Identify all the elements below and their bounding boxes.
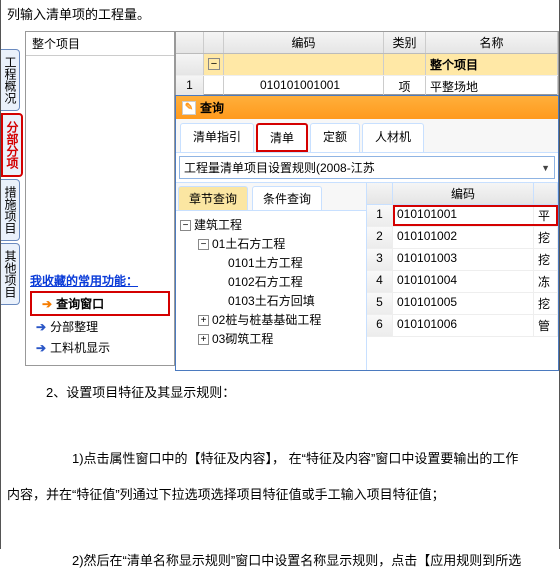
vtab-overview[interactable]: 工程概况 bbox=[1, 49, 20, 111]
tab-list-guide[interactable]: 清单指引 bbox=[180, 123, 254, 152]
fav-query-window[interactable]: ➔ 查询窗口 bbox=[30, 291, 170, 316]
table-row[interactable]: 2010101002挖 bbox=[367, 227, 558, 249]
query-left: 章节查询 条件查询 −建筑工程 −01土石方工程 0101土方工程 0102石方… bbox=[176, 183, 367, 371]
fav-material-display[interactable]: ➔ 工料机显示 bbox=[26, 337, 174, 358]
favorites-header: 我收藏的常用功能： bbox=[26, 266, 174, 291]
expand-icon[interactable]: + bbox=[198, 334, 209, 345]
table-row[interactable]: − 整个项目 bbox=[176, 54, 558, 76]
screenshot-region: 工程概况 分部分项 措施项目 其他项目 整个项目 我收藏的常用功能： ➔ 查询窗… bbox=[1, 31, 559, 371]
tab-quota[interactable]: 定额 bbox=[310, 123, 360, 152]
vtab-section[interactable]: 分部分项 bbox=[1, 113, 23, 177]
tab-material[interactable]: 人材机 bbox=[362, 123, 424, 152]
table-row[interactable]: 4010101004冻 bbox=[367, 271, 558, 293]
expand-icon[interactable]: + bbox=[198, 315, 209, 326]
query-titlebar: ✎ 查询 bbox=[176, 96, 558, 119]
chapter-tree[interactable]: −建筑工程 −01土石方工程 0101土方工程 0102石方工程 0103土石方… bbox=[176, 211, 366, 371]
project-tree-panel: 整个项目 我收藏的常用功能： ➔ 查询窗口 ➔ 分部整理 ➔ 工料机显示 bbox=[25, 31, 175, 366]
table-row[interactable]: 3010101003挖 bbox=[367, 249, 558, 271]
body-text: 2、设置项目特征及其显示规则： 1)点击属性窗口中的【特征及内容】， 在“特征及… bbox=[1, 371, 559, 582]
vtab-measure[interactable]: 措施项目 bbox=[1, 179, 20, 241]
table-row[interactable]: 1010101001平 bbox=[367, 205, 558, 227]
subtab-condition[interactable]: 条件查询 bbox=[252, 186, 322, 210]
tree-leaf[interactable]: 0102石方工程 bbox=[228, 275, 303, 289]
search-icon: ✎ bbox=[182, 101, 196, 115]
arrow-icon: ➔ bbox=[36, 320, 46, 334]
query-panel: ✎ 查询 清单指引 清单 定额 人材机 工程量清单项目设置规则(2008-江苏 … bbox=[175, 95, 559, 371]
fav-label: 工料机显示 bbox=[50, 339, 110, 356]
query-right: 编码 1010101001平2010101002挖3010101003挖4010… bbox=[367, 183, 558, 371]
tree-leaf[interactable]: 0101土方工程 bbox=[228, 256, 303, 270]
result-grid-header: 编码 bbox=[367, 183, 558, 205]
col-name: 名称 bbox=[426, 32, 558, 53]
col-code: 编码 bbox=[393, 183, 534, 204]
col-type: 类别 bbox=[384, 32, 426, 53]
chevron-down-icon: ▼ bbox=[541, 163, 550, 173]
collapse-icon[interactable]: − bbox=[198, 239, 209, 250]
rule-dropdown[interactable]: 工程量清单项目设置规则(2008-江苏 ▼ bbox=[179, 156, 555, 179]
arrow-icon: ➔ bbox=[36, 341, 46, 355]
query-title-text: 查询 bbox=[200, 99, 224, 116]
result-grid[interactable]: 1010101001平2010101002挖3010101003挖4010101… bbox=[367, 205, 558, 371]
table-row[interactable]: 6010101006管 bbox=[367, 315, 558, 337]
sub-tabs: 章节查询 条件查询 bbox=[176, 183, 366, 211]
collapse-icon: − bbox=[208, 58, 220, 70]
subtab-chapter[interactable]: 章节查询 bbox=[178, 186, 248, 210]
fav-label: 查询窗口 bbox=[56, 295, 104, 312]
tree-leaf[interactable]: 0103土石方回填 bbox=[228, 294, 315, 308]
tab-list[interactable]: 清单 bbox=[256, 123, 308, 152]
collapse-icon[interactable]: − bbox=[180, 220, 191, 231]
rule-text: 工程量清单项目设置规则(2008-江苏 bbox=[184, 159, 375, 176]
vtab-other[interactable]: 其他项目 bbox=[1, 243, 20, 305]
upper-grid-header: 编码 类别 名称 bbox=[176, 32, 558, 54]
fav-label: 分部整理 bbox=[50, 318, 98, 335]
query-main-tabs: 清单指引 清单 定额 人材机 bbox=[176, 119, 558, 153]
arrow-icon: ➔ bbox=[42, 297, 52, 311]
intro-text: 列输入清单项的工程量。 bbox=[1, 0, 559, 31]
upper-grid: 编码 类别 名称 − 整个项目 1 010101001001 项 平整场地 bbox=[175, 31, 559, 95]
fav-section-sort[interactable]: ➔ 分部整理 bbox=[26, 316, 174, 337]
table-row[interactable]: 5010101005挖 bbox=[367, 293, 558, 315]
project-tree-title: 整个项目 bbox=[26, 32, 174, 56]
vertical-tabs: 工程概况 分部分项 措施项目 其他项目 bbox=[1, 49, 25, 307]
col-code: 编码 bbox=[224, 32, 384, 53]
